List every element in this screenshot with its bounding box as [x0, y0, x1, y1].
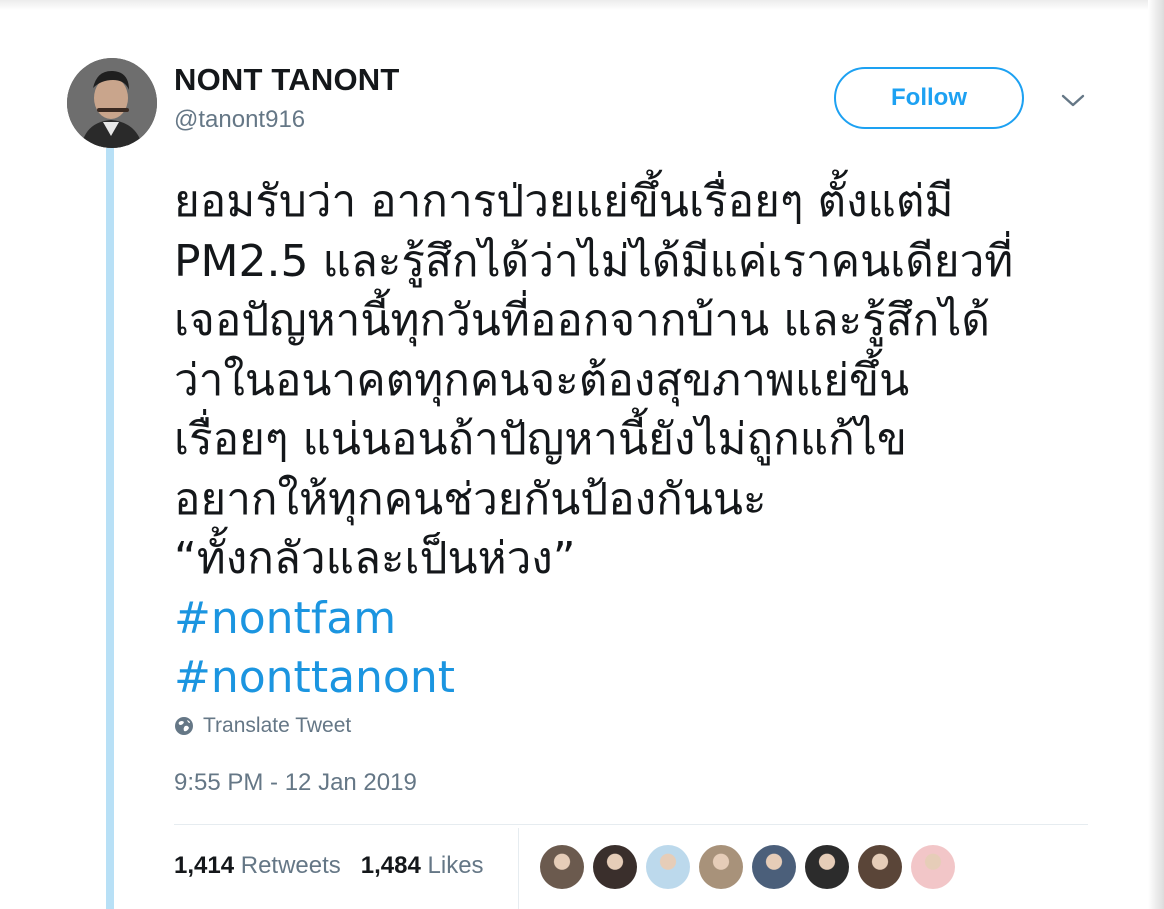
window-right-edge	[1148, 0, 1164, 909]
liker-avatar-8[interactable]	[911, 845, 955, 889]
window-top-edge	[0, 0, 1164, 10]
globe-icon	[175, 717, 193, 735]
tweet-text-line: เจอปัญหานี้ทุกวันที่ออกจากบ้าน และรู้สึก…	[174, 295, 990, 346]
tweet-page: NONT TANONT @tanont916 Follow ยอมรับว่า …	[0, 0, 1164, 909]
likes-count: 1,484	[360, 852, 428, 879]
author-avatar[interactable]	[67, 58, 157, 148]
liker-avatars	[540, 845, 964, 889]
tweet-stats: 1,414 Retweets 1,484 Likes	[174, 852, 484, 880]
likes-label: Likes	[427, 852, 484, 879]
more-options-chevron-down-icon[interactable]	[1058, 88, 1088, 114]
tweet-text-line: PM2.5 และรู้สึกได้ว่าไม่ได้มีแค่เราคนเดี…	[174, 235, 1014, 287]
liker-avatar-7[interactable]	[858, 845, 902, 889]
liker-avatar-6[interactable]	[805, 845, 849, 889]
liker-avatar-1[interactable]	[540, 845, 584, 889]
retweets-label: Retweets	[240, 852, 341, 879]
tweet-timestamp[interactable]: 9:55 PM - 12 Jan 2019	[174, 769, 417, 797]
tweet-text-line: อยากให้ทุกคนช่วยกันป้องกันนะ	[174, 473, 767, 525]
hashtag-link-nonttanont[interactable]: #nonttanont	[174, 648, 1134, 708]
stats-divider-top	[174, 824, 1088, 825]
liker-avatar-2[interactable]	[593, 845, 637, 889]
tweet-text-line: ยอมรับว่า อาการป่วยแย่ขึ้นเรื่อยๆ ตั้งแต…	[174, 176, 954, 227]
author-display-name[interactable]: NONT TANONT	[174, 62, 399, 98]
liker-avatar-4[interactable]	[699, 845, 743, 889]
liker-avatar-5[interactable]	[752, 845, 796, 889]
stats-vertical-divider	[518, 828, 519, 909]
translate-tweet-label: Translate Tweet	[203, 714, 352, 737]
avatar-portrait-icon	[67, 58, 157, 148]
translate-tweet-link[interactable]: Translate Tweet	[174, 714, 351, 738]
follow-button[interactable]: Follow	[834, 67, 1024, 129]
tweet-text-line: “ทั้งกลัวและเป็นห่วง”	[174, 533, 576, 584]
thread-connector-line	[106, 148, 114, 909]
author-username[interactable]: @tanont916	[174, 106, 305, 134]
likes-stat[interactable]: 1,484 Likes	[361, 852, 484, 880]
tweet-text-line: ว่าในอนาคตทุกคนจะต้องสุขภาพแย่ขึ้น	[174, 354, 910, 406]
retweets-count: 1,414	[174, 852, 241, 879]
retweets-stat[interactable]: 1,414 Retweets	[174, 852, 341, 880]
tweet-text-line: เรื่อยๆ แน่นอนถ้าปัญหานี้ยังไม่ถูกแก้ไข	[174, 414, 907, 465]
tweet-text: ยอมรับว่า อาการป่วยแย่ขึ้นเรื่อยๆ ตั้งแต…	[174, 172, 1134, 708]
liker-avatar-3[interactable]	[646, 845, 690, 889]
hashtag-link-nontfam[interactable]: #nontfam	[174, 589, 1134, 649]
